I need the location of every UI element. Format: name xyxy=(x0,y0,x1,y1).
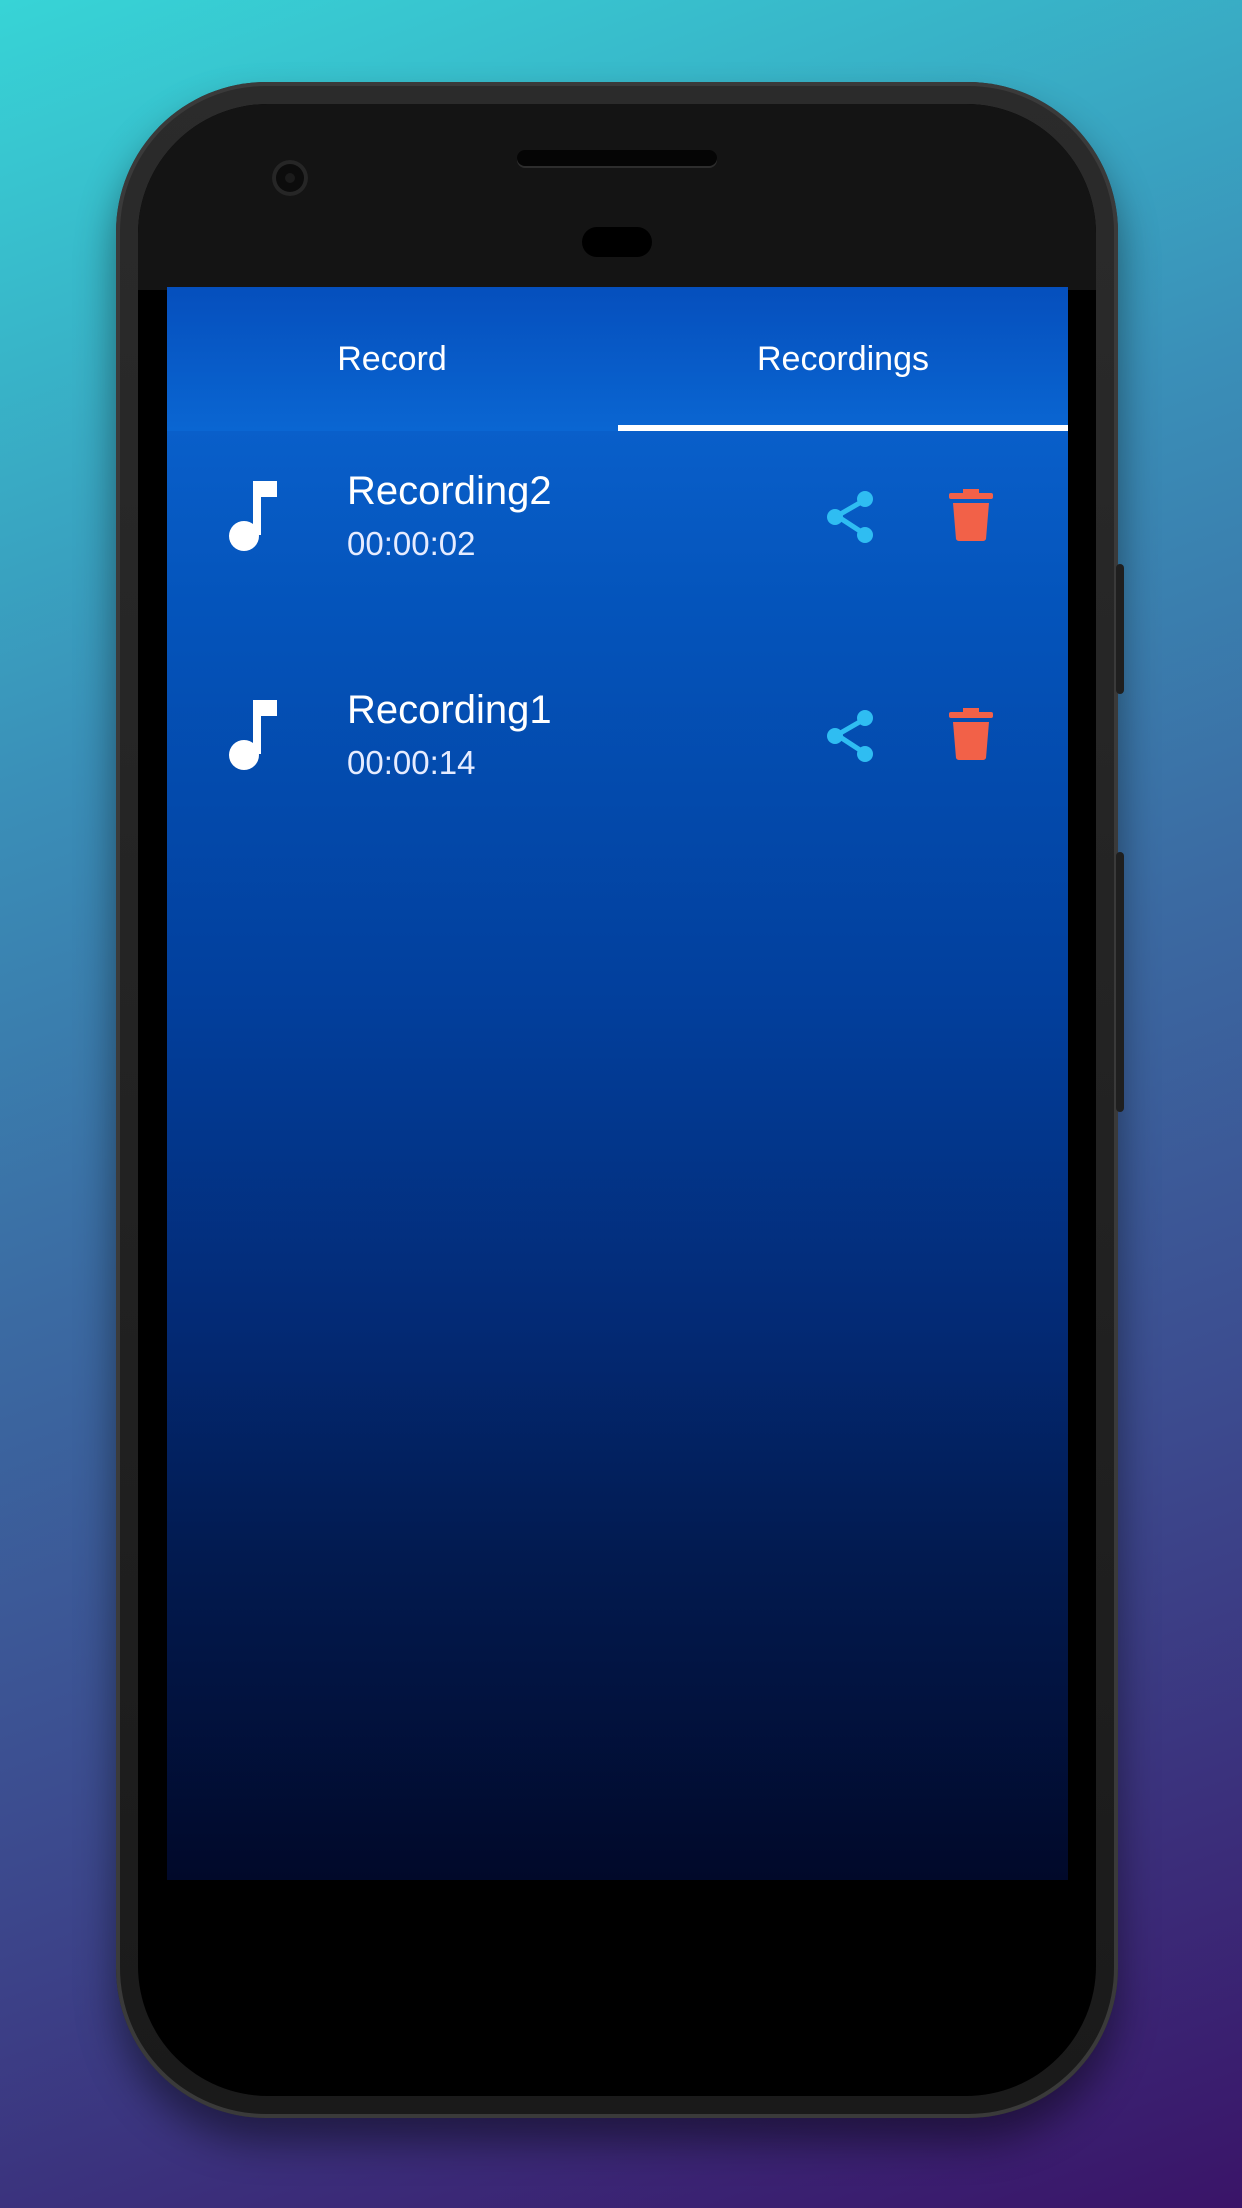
earpiece-speaker xyxy=(517,150,717,166)
recording-duration: 00:00:14 xyxy=(347,744,476,781)
proximity-sensor xyxy=(582,227,652,257)
power-button xyxy=(1116,564,1124,694)
trash-icon[interactable] xyxy=(947,489,995,541)
recording-duration: 00:00:02 xyxy=(347,525,476,562)
tab-recordings[interactable]: Recordings xyxy=(618,287,1068,431)
tab-record[interactable]: Record xyxy=(167,287,617,431)
music-note-icon xyxy=(229,700,277,770)
tab-recordings-label: Recordings xyxy=(757,339,929,378)
volume-button xyxy=(1116,852,1124,1112)
list-item[interactable]: Recording2 00:00:02 xyxy=(167,431,1068,591)
music-note-icon xyxy=(229,481,277,551)
recording-title: Recording2 xyxy=(347,469,552,513)
tab-bar: Record Recordings xyxy=(167,287,1068,431)
front-camera-icon xyxy=(272,160,308,196)
tab-record-label: Record xyxy=(337,339,447,378)
app-screen: Record Recordings Recording2 00:00:02 Re… xyxy=(167,287,1068,1880)
share-icon[interactable] xyxy=(823,708,879,764)
share-icon[interactable] xyxy=(823,489,879,545)
list-item[interactable]: Recording1 00:00:14 xyxy=(167,650,1068,810)
top-bezel xyxy=(138,104,1096,290)
trash-icon[interactable] xyxy=(947,708,995,760)
recording-title: Recording1 xyxy=(347,688,552,732)
